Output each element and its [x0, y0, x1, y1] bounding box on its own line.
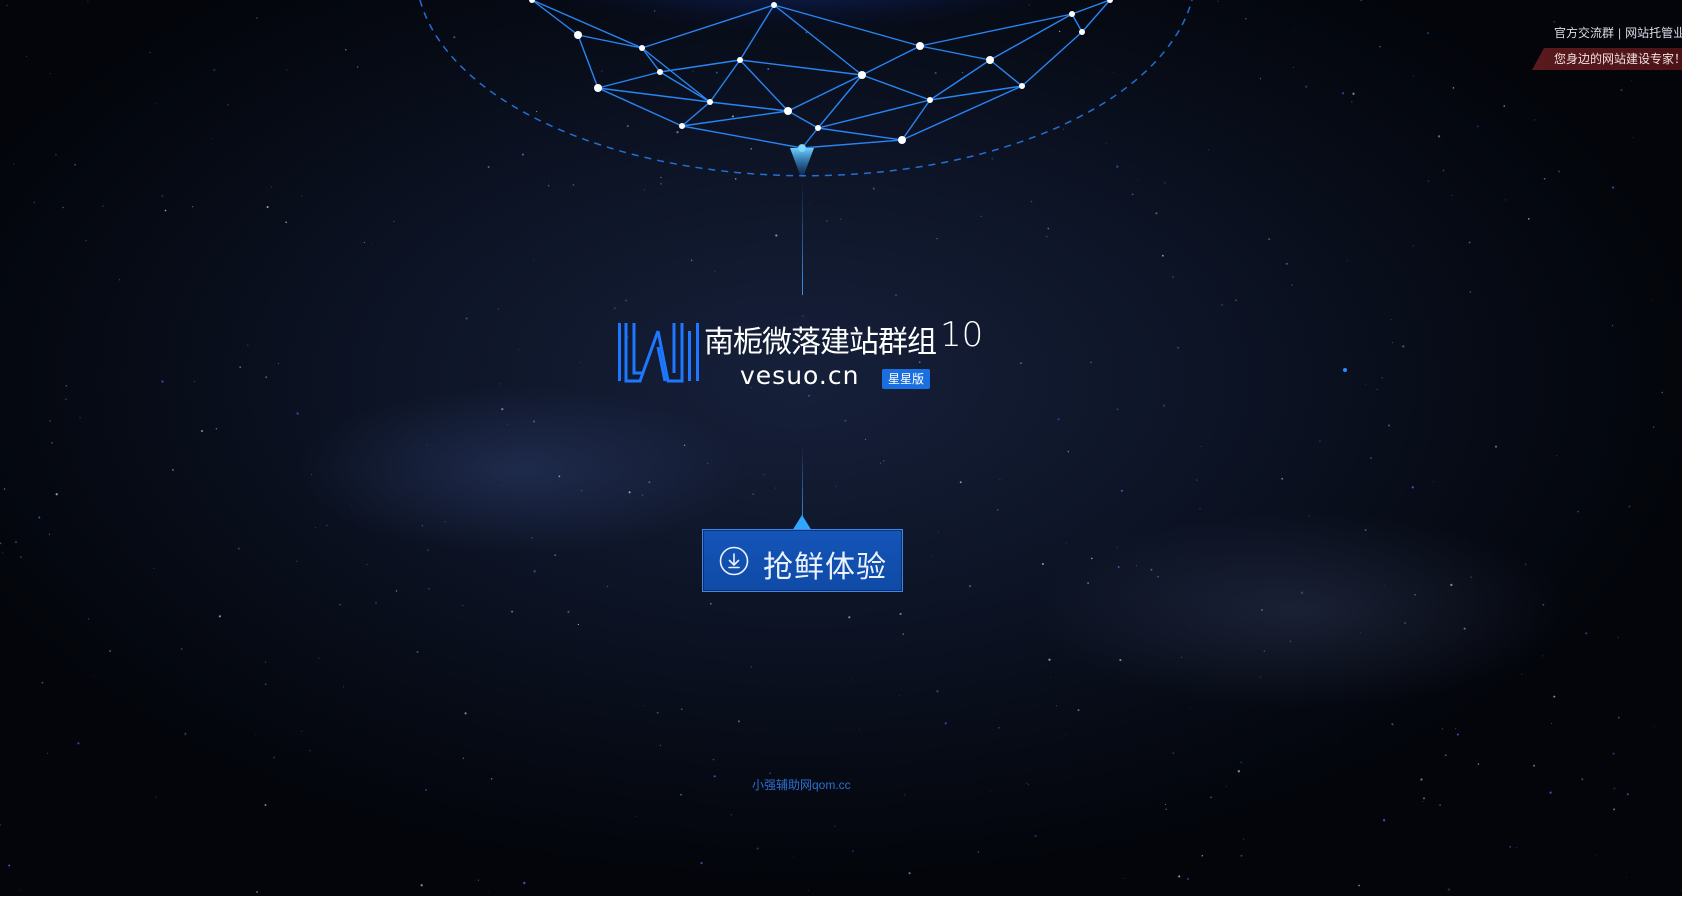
try-now-label: 抢鲜体验 [763, 550, 887, 585]
logo-w-icon [618, 323, 699, 383]
download-circle-icon [719, 546, 749, 576]
brand-title: 南栀微落建站群组 [704, 325, 937, 360]
landing-background: 官方交流群 | 网站托管业 您身边的网站建设专家！ 南栀微落建站群组 10 vesu… [0, 0, 1682, 896]
connector-line-bottom [802, 445, 803, 525]
watermark-text: 小强辅助网qom.cc [752, 778, 851, 792]
slogan-ribbon: 您身边的网站建设专家！ [1532, 48, 1682, 70]
brand-domain: vesuo.cn [740, 361, 860, 390]
edition-badge: 星星版 [882, 369, 931, 389]
connector-line-top [802, 180, 803, 295]
try-now-button[interactable]: 抢鲜体验 [702, 529, 903, 592]
brand-version: 10 [940, 315, 984, 355]
link-hosting[interactable]: 网站托管业 [1625, 26, 1682, 40]
link-separator: | [1618, 26, 1622, 40]
globe-network-graphic [419, 0, 1193, 180]
top-links: 官方交流群 | 网站托管业 [1554, 24, 1682, 41]
brand-logo: 南栀微落建站群组 10 vesuo.cn 星星版 [618, 315, 998, 395]
link-official-group[interactable]: 官方交流群 [1554, 26, 1614, 40]
